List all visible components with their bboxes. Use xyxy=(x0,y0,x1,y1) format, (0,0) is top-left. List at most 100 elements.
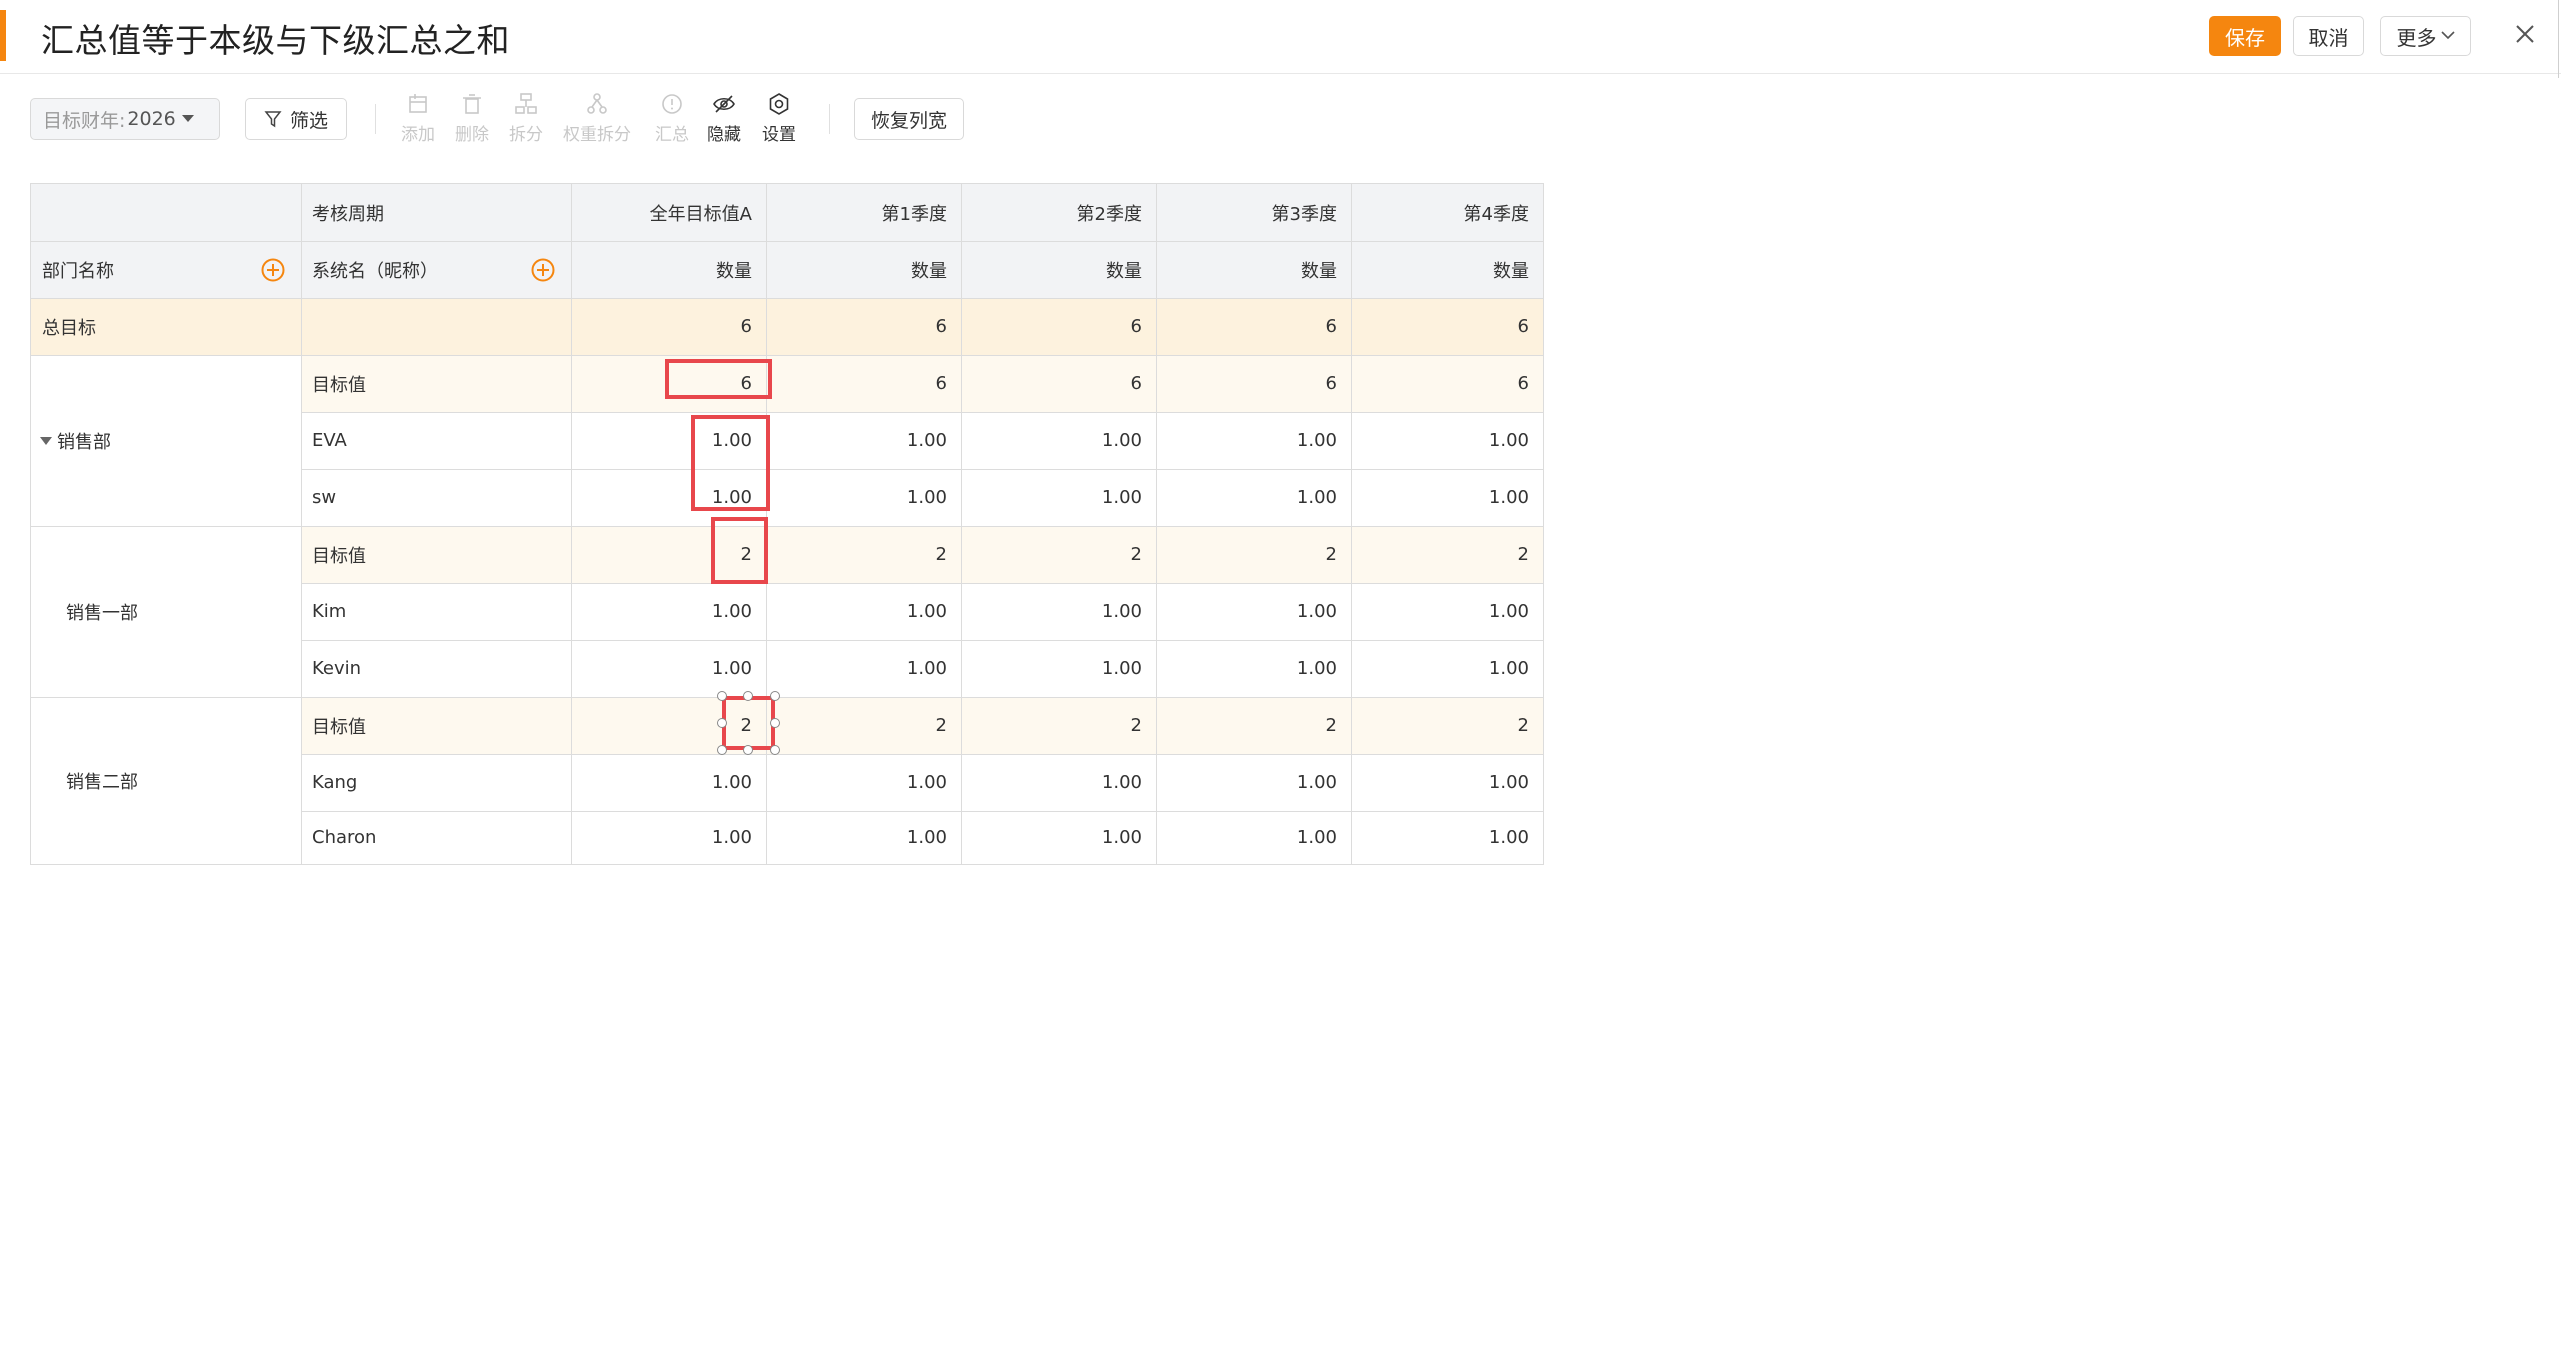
total-value-cell[interactable]: 6 xyxy=(1156,298,1351,355)
chevron-down-icon xyxy=(2440,28,2455,44)
row-label-target: 目标值 xyxy=(301,355,571,412)
caret-down-icon[interactable] xyxy=(39,436,53,446)
column-header-q3: 第3季度 xyxy=(1156,184,1351,241)
grid-line xyxy=(301,754,1543,755)
dept-cell-sales[interactable]: 销售部 xyxy=(31,355,301,526)
add-action[interactable]: 添加 xyxy=(401,92,435,148)
fiscal-year-select[interactable]: 目标财年: 2026 xyxy=(30,98,220,140)
value-cell[interactable]: 1.00 xyxy=(961,583,1156,640)
resize-handle[interactable] xyxy=(743,745,753,755)
grid-line xyxy=(301,469,1543,470)
value-cell[interactable]: 1.00 xyxy=(766,640,961,697)
value-cell[interactable]: 1.00 xyxy=(766,754,961,811)
value-cell[interactable]: 6 xyxy=(1156,355,1351,412)
dept-cell-sales-2[interactable]: 销售二部 xyxy=(31,697,301,864)
total-value-cell[interactable]: 6 xyxy=(766,298,961,355)
value-cell[interactable]: 1.00 xyxy=(961,811,1156,864)
unit-header: 数量 xyxy=(766,241,961,298)
period-header: 考核周期 xyxy=(301,184,571,241)
value-cell[interactable]: 1.00 xyxy=(766,412,961,469)
value-cell[interactable]: 1.00 xyxy=(1351,583,1543,640)
value-cell[interactable]: 2 xyxy=(766,526,961,583)
grid-line xyxy=(31,526,1543,527)
unit-header: 数量 xyxy=(961,241,1156,298)
add-member-icon[interactable] xyxy=(531,258,555,282)
value-cell[interactable]: 1.00 xyxy=(571,640,766,697)
value-cell[interactable]: 1.00 xyxy=(1351,754,1543,811)
resize-handle[interactable] xyxy=(717,718,727,728)
dept-name: 销售二部 xyxy=(66,771,138,793)
value-cell[interactable]: 1.00 xyxy=(961,469,1156,526)
restore-column-width-button[interactable]: 恢复列宽 xyxy=(854,98,964,140)
summary-label: 汇总 xyxy=(655,125,689,145)
resize-handle[interactable] xyxy=(717,691,727,701)
row-label-member: EVA xyxy=(301,412,571,469)
value-cell[interactable]: 1.00 xyxy=(1351,811,1543,864)
add-dept-icon[interactable] xyxy=(261,258,285,282)
dialog-header: 汇总值等于本级与下级汇总之和 保存 取消 更多 xyxy=(0,0,2561,74)
value-cell[interactable]: 1.00 xyxy=(1156,412,1351,469)
close-icon[interactable] xyxy=(2510,18,2540,54)
value-cell[interactable]: 1.00 xyxy=(1351,412,1543,469)
delete-label: 删除 xyxy=(455,125,489,145)
grid-line xyxy=(301,184,302,864)
resize-handle[interactable] xyxy=(743,691,753,701)
delete-action[interactable]: 删除 xyxy=(455,92,489,148)
grid-line xyxy=(1351,184,1352,864)
summary-action[interactable]: 汇总 xyxy=(655,92,689,148)
value-cell[interactable]: 1.00 xyxy=(1351,469,1543,526)
value-cell[interactable]: 2 xyxy=(1351,526,1543,583)
selected-highlight-box[interactable] xyxy=(722,696,775,750)
resize-handle[interactable] xyxy=(770,718,780,728)
value-cell[interactable]: 1.00 xyxy=(961,640,1156,697)
row-label-member: Kevin xyxy=(301,640,571,697)
filter-button[interactable]: 筛选 xyxy=(245,98,347,140)
value-cell[interactable]: 2 xyxy=(766,697,961,754)
settings-action[interactable]: 设置 xyxy=(762,92,796,148)
title-accent-bar xyxy=(0,10,6,61)
grid-line xyxy=(571,184,572,864)
resize-handle[interactable] xyxy=(770,745,780,755)
value-cell[interactable]: 2 xyxy=(961,526,1156,583)
value-cell[interactable]: 6 xyxy=(766,355,961,412)
weight-split-action[interactable]: 权重拆分 xyxy=(563,92,631,148)
value-cell[interactable]: 1.00 xyxy=(766,811,961,864)
value-cell[interactable]: 2 xyxy=(1156,526,1351,583)
total-value-cell[interactable]: 6 xyxy=(1351,298,1543,355)
value-cell[interactable]: 2 xyxy=(1351,697,1543,754)
value-cell[interactable]: 1.00 xyxy=(1156,754,1351,811)
save-button[interactable]: 保存 xyxy=(2209,16,2281,56)
more-button[interactable]: 更多 xyxy=(2380,16,2471,56)
value-cell[interactable]: 1.00 xyxy=(571,811,766,864)
resize-handle[interactable] xyxy=(717,745,727,755)
value-cell[interactable]: 1.00 xyxy=(1156,583,1351,640)
value-cell[interactable]: 1.00 xyxy=(571,754,766,811)
value-cell[interactable]: 1.00 xyxy=(766,583,961,640)
dept-name: 销售部 xyxy=(57,431,111,453)
corner-header-cell xyxy=(31,184,301,241)
trash-icon xyxy=(463,94,481,114)
value-cell[interactable]: 1.00 xyxy=(1156,469,1351,526)
value-cell[interactable]: 1.00 xyxy=(1351,640,1543,697)
value-cell[interactable]: 6 xyxy=(1351,355,1543,412)
value-cell[interactable]: 2 xyxy=(1156,697,1351,754)
value-cell[interactable]: 1.00 xyxy=(1156,640,1351,697)
hide-action[interactable]: 隐藏 xyxy=(707,92,741,148)
value-cell[interactable]: 1.00 xyxy=(961,754,1156,811)
unit-header: 数量 xyxy=(1351,241,1543,298)
value-cell[interactable]: 2 xyxy=(961,697,1156,754)
total-value-cell[interactable]: 6 xyxy=(571,298,766,355)
resize-handle[interactable] xyxy=(770,691,780,701)
value-cell[interactable]: 1.00 xyxy=(766,469,961,526)
fiscal-year-label: 目标财年: xyxy=(43,109,126,132)
value-cell[interactable]: 1.00 xyxy=(961,412,1156,469)
value-cell[interactable]: 1.00 xyxy=(571,583,766,640)
total-value-cell[interactable]: 6 xyxy=(961,298,1156,355)
dept-name-header-label: 部门名称 xyxy=(42,260,114,282)
eye-off-icon xyxy=(713,95,735,113)
value-cell[interactable]: 6 xyxy=(961,355,1156,412)
value-cell[interactable]: 1.00 xyxy=(1156,811,1351,864)
dept-cell-sales-1[interactable]: 销售一部 xyxy=(31,526,301,697)
cancel-button[interactable]: 取消 xyxy=(2293,16,2364,56)
split-action[interactable]: 拆分 xyxy=(509,92,543,148)
